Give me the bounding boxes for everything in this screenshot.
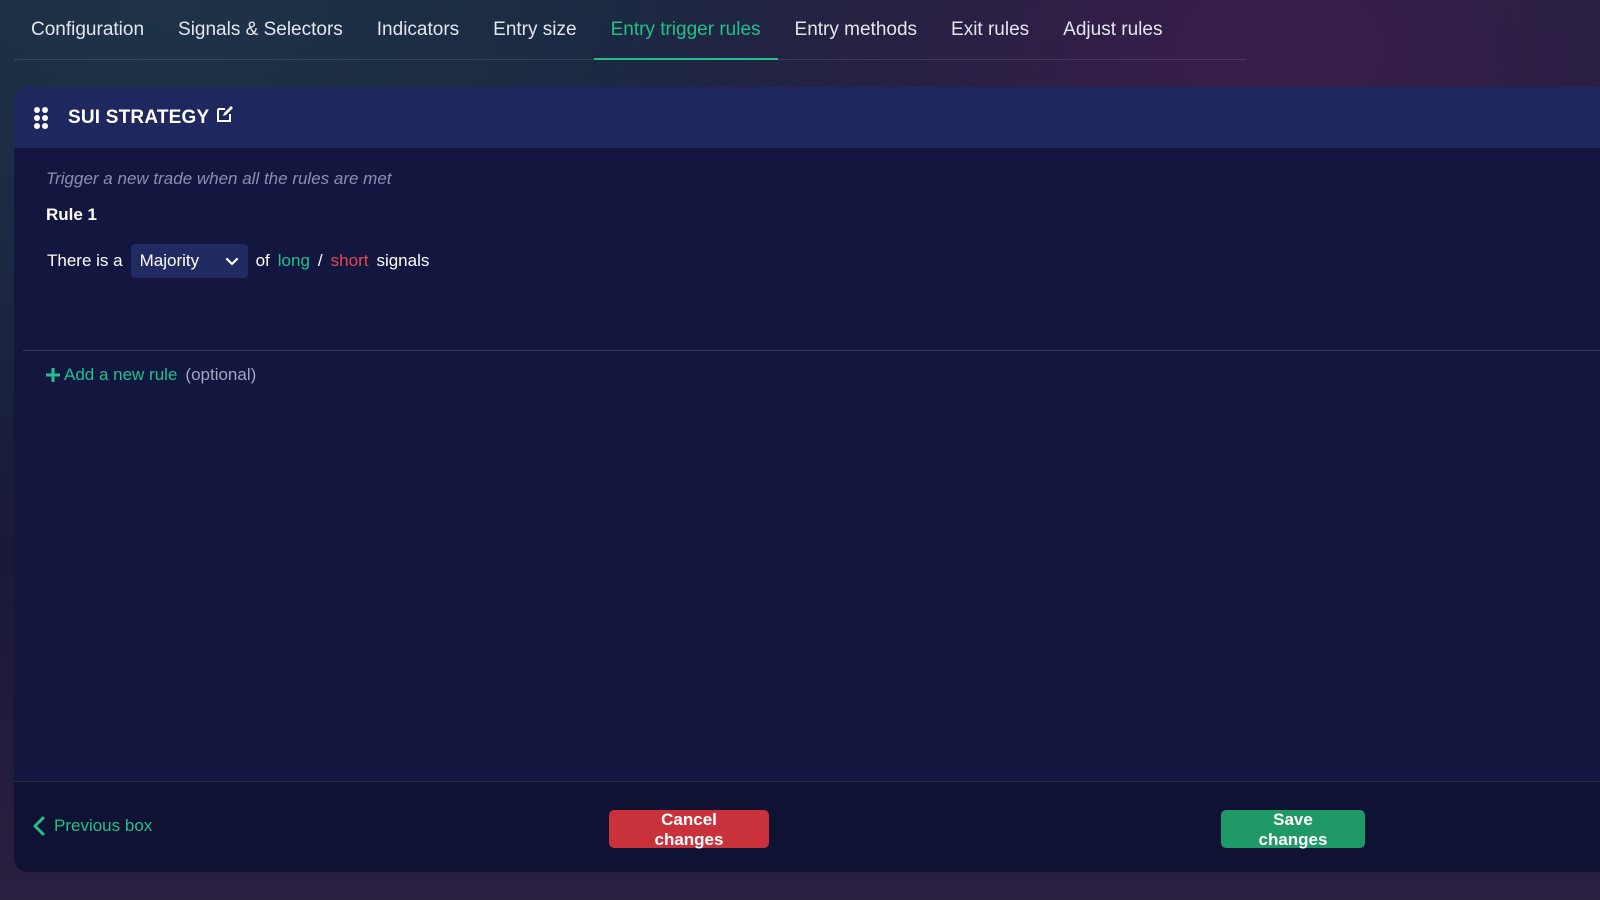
short-label: short (330, 251, 369, 270)
rule-row: There is a Majority of long / short sign… (47, 244, 429, 278)
tab-indicators[interactable]: Indicators (360, 0, 476, 59)
save-changes-button[interactable]: Save changes (1221, 810, 1365, 849)
tab-signals-selectors[interactable]: Signals & Selectors (161, 0, 360, 59)
plus-icon (46, 368, 60, 382)
tab-entry-methods[interactable]: Entry methods (778, 0, 935, 59)
optional-label: (optional) (185, 365, 257, 384)
rules-hint: Trigger a new trade when all the rules a… (46, 169, 392, 188)
panel-footer: Previous box Cancel changes Save changes (14, 781, 1600, 872)
previous-box-label: Previous box (54, 816, 153, 835)
strategy-panel: SUI STRATEGY Trigger a new trade when al… (14, 87, 1600, 872)
chevron-left-icon (33, 816, 45, 836)
slash-separator: / (317, 251, 323, 270)
select-value: Majority (139, 251, 200, 270)
rule-suffix: signals (376, 251, 430, 270)
tab-entry-trigger-rules[interactable]: Entry trigger rules (593, 0, 778, 60)
rule-title: Rule 1 (46, 205, 98, 224)
tab-adjust-rules[interactable]: Adjust rules (1046, 0, 1179, 59)
tab-exit-rules[interactable]: Exit rules (934, 0, 1046, 59)
add-rule-label: Add a new rule (64, 365, 178, 384)
rule-divider (23, 350, 1600, 351)
edit-icon[interactable] (216, 105, 234, 123)
long-label: long (277, 251, 310, 270)
tab-entry-size[interactable]: Entry size (476, 0, 593, 59)
rule-prefix: There is a (47, 251, 123, 270)
majority-select[interactable]: Majority (130, 244, 248, 278)
add-rule-button[interactable]: Add a new rule (44, 365, 177, 385)
panel-header: SUI STRATEGY (14, 87, 1600, 148)
cancel-changes-button[interactable]: Cancel changes (609, 810, 769, 849)
tab-configuration[interactable]: Configuration (14, 0, 161, 59)
previous-box-link[interactable]: Previous box (32, 816, 152, 836)
tab-bar: Configuration Signals & Selectors Indica… (14, 0, 1246, 60)
panel-body: Trigger a new trade when all the rules a… (14, 148, 1600, 782)
strategy-title: SUI STRATEGY (68, 106, 210, 128)
drag-handle-icon[interactable] (34, 106, 48, 129)
rule-of: of (255, 251, 270, 270)
chevron-down-icon (225, 257, 238, 266)
add-rule-row: Add a new rule (optional) (44, 365, 256, 385)
